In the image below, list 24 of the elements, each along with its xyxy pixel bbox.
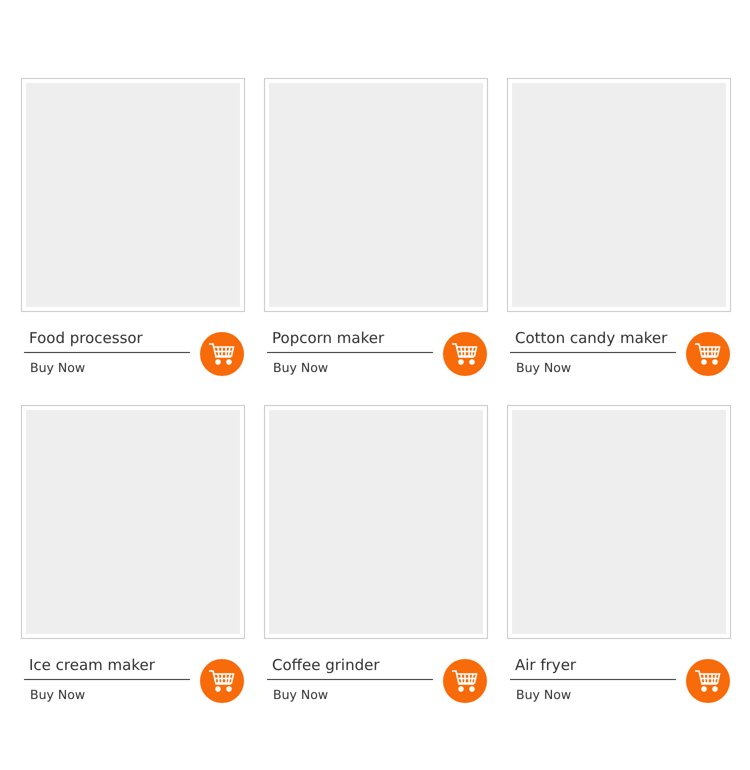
product-name: Coffee grinder — [267, 655, 433, 680]
product-name: Ice cream maker — [24, 655, 190, 680]
cart-icon — [451, 668, 479, 692]
buy-now-link[interactable]: Buy Now — [267, 353, 328, 378]
add-to-cart-button[interactable] — [200, 332, 244, 376]
add-to-cart-button[interactable] — [200, 658, 244, 702]
cart-icon — [208, 342, 236, 366]
buy-now-link[interactable]: Buy Now — [510, 680, 572, 705]
buy-now-link[interactable]: Buy Now — [267, 680, 328, 705]
product-name: Cotton candy maker — [510, 328, 676, 353]
add-to-cart-button[interactable] — [686, 658, 730, 702]
add-to-cart-button[interactable] — [443, 658, 487, 702]
product-name: Food processor — [24, 328, 190, 353]
buy-now-link[interactable]: Buy Now — [24, 680, 86, 705]
add-to-cart-button[interactable] — [443, 332, 487, 376]
product-name: Popcorn maker — [267, 328, 433, 353]
cart-icon — [451, 342, 479, 366]
product-name: Air fryer — [510, 655, 676, 680]
buy-now-link[interactable]: Buy Now — [510, 353, 572, 378]
cart-icon — [208, 668, 236, 692]
add-to-cart-button[interactable] — [686, 332, 730, 376]
cart-icon — [694, 342, 722, 366]
cart-icon — [694, 668, 722, 692]
buy-now-link[interactable]: Buy Now — [24, 353, 86, 378]
